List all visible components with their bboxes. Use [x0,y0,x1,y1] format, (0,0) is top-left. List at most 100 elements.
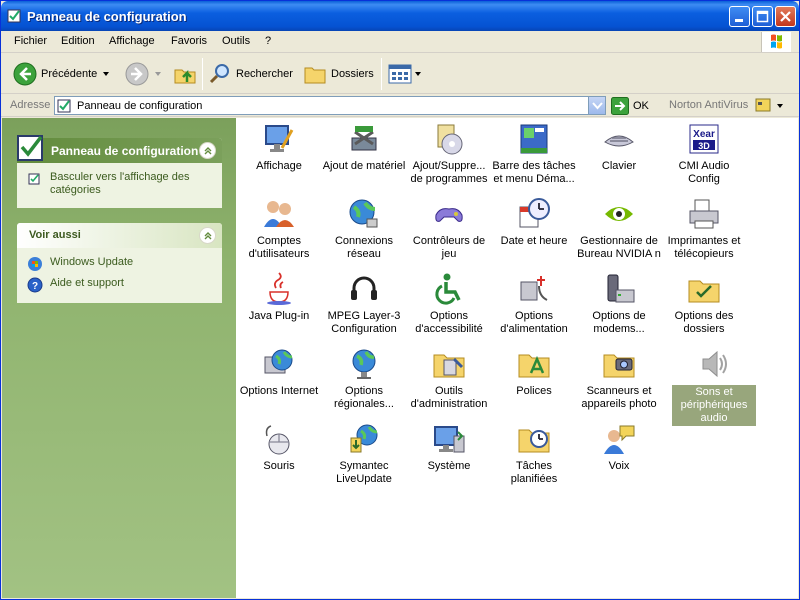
item-label: Options Internet [239,385,319,397]
taskbar-icon [520,124,548,154]
headphones-icon [351,276,377,300]
item-cmi-audio-config[interactable]: Xear 3D CMI Audio Config [662,122,746,186]
back-dropdown-icon[interactable] [103,72,110,76]
menu-edition[interactable]: Edition [61,35,95,47]
collapse-button[interactable] [199,227,216,244]
norton-dropdown-icon[interactable] [777,104,783,108]
standard-toolbar: Précédente Rechercher Dossiers [1,54,799,94]
item-comptes-utilisateurs[interactable]: Comptes d'utilisateurs [237,197,321,261]
item-symantec-liveupdate[interactable]: Symantec LiveUpdate [322,422,406,486]
item-java-plugin[interactable]: Java Plug-in [237,272,321,323]
item-label: Gestionnaire de Bureau NVIDIA n [577,235,661,260]
item-outils-administration[interactable]: Outils d'administration [407,347,491,411]
item-taches-planifiees[interactable]: Tâches planifiées [492,422,576,486]
item-label: Clavier [601,160,637,172]
menu-fichier[interactable]: Fichier [14,35,47,47]
help-icon: ? [27,277,43,293]
norton-toolbar-icon[interactable] [755,98,771,112]
menu-favoris[interactable]: Favoris [171,35,207,47]
chevron-up-icon [204,232,212,240]
item-ajout-suppression-programmes[interactable]: Ajout/Suppre... de programmes [407,122,491,186]
windows-update-label: Windows Update [50,256,134,268]
item-polices[interactable]: Polices [492,347,576,398]
game-controller-icon [435,208,463,222]
menu-help[interactable]: ? [265,35,271,47]
item-nvidia-bureau[interactable]: Gestionnaire de Bureau NVIDIA n [577,197,661,261]
go-button[interactable]: OK [611,97,649,115]
up-folder-button[interactable] [173,60,197,88]
minimize-icon [735,19,743,22]
system-icon [434,426,465,453]
control-panel-task-body: Basculer vers l'affichage des catégories [17,163,222,208]
go-label: OK [633,100,649,112]
item-options-modems[interactable]: Options de modems... [577,272,661,336]
search-label: Rechercher [236,68,293,80]
address-input[interactable]: Panneau de configuration [54,96,606,115]
switch-view-label: Basculer vers l'affichage des catégories [50,171,190,196]
item-label: Imprimantes et télécopieurs [667,235,741,260]
item-label: Comptes d'utilisateurs [248,235,310,260]
forward-dropdown-icon[interactable] [155,72,161,76]
item-label: Symantec LiveUpdate [336,460,392,485]
item-souris[interactable]: Souris [237,422,321,473]
address-dropdown-button[interactable] [588,97,605,114]
switch-category-view-link[interactable]: Basculer vers l'affichage des catégories [27,171,214,197]
windows-update-link[interactable]: Windows Update [27,256,214,272]
minimize-button[interactable] [729,6,750,27]
help-support-link[interactable]: ? Aide et support [27,277,214,293]
control-panel-task-box: Panneau de configuration Basculer vers l… [17,135,222,208]
norton-antivirus-label[interactable]: Norton AntiVirus [669,99,748,111]
svg-text:3D: 3D [698,141,710,151]
item-label: Souris [263,460,295,472]
item-controleurs-jeu[interactable]: Contrôleurs de jeu [407,197,491,261]
item-barre-taches[interactable]: Barre des tâches et menu Déma... [492,122,576,186]
menu-bar: Fichier Edition Affichage Favoris Outils… [1,31,799,53]
views-button[interactable] [388,60,421,88]
item-systeme[interactable]: Système [407,422,491,473]
administrative-tools-icon [433,354,465,378]
item-sons-peripheriques-audio[interactable]: Sons et périphériques audio [672,347,756,426]
folders-icon [304,67,326,84]
menu-outils[interactable]: Outils [222,35,250,47]
item-imprimantes[interactable]: Imprimantes et télécopieurs [662,197,746,261]
item-ajout-materiel[interactable]: Ajout de matériel [322,122,406,173]
item-options-regionales[interactable]: Options régionales... [322,347,406,411]
item-scanneurs-appareils-photo[interactable]: Scanneurs et appareils photo [577,347,661,411]
item-options-alimentation[interactable]: Options d'alimentation [492,272,576,336]
views-dropdown-icon[interactable] [415,72,421,76]
close-button[interactable] [775,6,796,27]
menu-affichage[interactable]: Affichage [109,35,155,47]
liveupdate-icon [350,424,378,453]
windows-flag-icon [771,34,782,49]
back-button[interactable]: Précédente [13,60,110,88]
folders-button[interactable]: Dossiers [303,60,374,88]
address-bar: Adresse Panneau de configuration OK Nort… [1,95,799,117]
search-button[interactable]: Rechercher [208,60,293,88]
chevron-up-icon [204,147,212,155]
maximize-button[interactable] [752,6,773,27]
toolbar-separator [202,58,203,90]
item-options-accessibilite[interactable]: Options d'accessibilité [407,272,491,336]
collapse-button[interactable] [199,142,216,159]
item-label: Polices [516,385,552,397]
item-options-internet[interactable]: Options Internet [237,347,321,398]
forward-button[interactable] [125,60,161,88]
item-date-heure[interactable]: Date et heure [492,197,576,248]
power-options-icon [520,276,548,301]
item-clavier[interactable]: Clavier [577,122,661,173]
see-also-header[interactable]: Voir aussi [17,223,222,248]
item-affichage[interactable]: Affichage [237,122,321,173]
title-bar[interactable]: Panneau de configuration [1,1,799,31]
scanner-camera-icon [603,354,635,378]
control-panel-task-title: Panneau de configuration [51,144,199,158]
control-panel-small-icon [57,99,71,113]
control-panel-task-header[interactable]: Panneau de configuration [17,135,222,163]
item-options-dossiers[interactable]: Options des dossiers [662,272,746,336]
control-panel-items: Affichage Ajout de matériel Ajout/Suppre… [236,118,798,598]
close-icon [780,11,791,22]
item-connexions-reseau[interactable]: Connexions réseau [322,197,406,261]
item-label: Options de modems... [592,310,646,335]
item-label: Options d'accessibilité [415,310,483,335]
item-mpeg-layer3[interactable]: MPEG Layer-3 Configuration [322,272,406,336]
item-voix[interactable]: Voix [577,422,661,473]
